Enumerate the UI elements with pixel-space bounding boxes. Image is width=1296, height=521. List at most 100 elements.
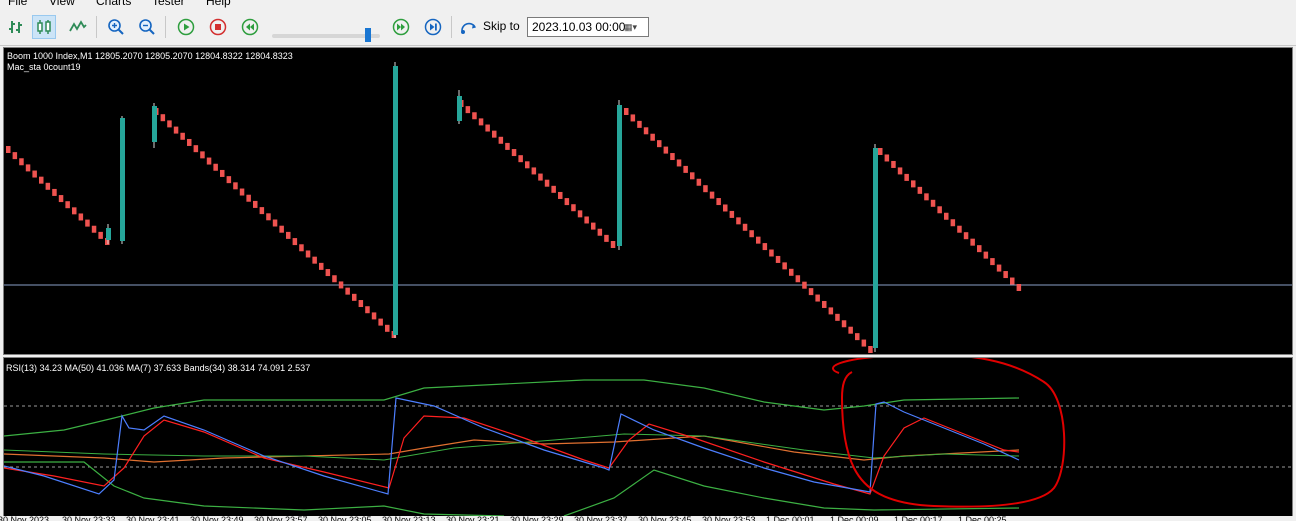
bear-candle [1016,284,1022,291]
bull-candle [457,96,462,121]
rsi-subwindow[interactable]: RSI(13) 34.23 MA(50) 41.036 MA(7) 37.633… [3,357,1293,517]
bear-candle [683,165,688,173]
toolbar-separator [451,16,452,38]
bear-candle [78,213,84,221]
bear-candle [736,217,741,225]
bear-candle [352,293,357,301]
bear-candle [828,307,834,315]
bear-candle [911,180,916,188]
price-chart[interactable]: Boom 1000 Index,M1 12805.2070 12805.2070… [3,47,1293,355]
bear-candle [789,268,794,276]
bear-candle [835,313,840,321]
bear-candle [385,324,390,332]
bear-candle [167,120,172,128]
bear-candle [650,133,655,141]
time-axis-label: 30 Nov 23:49 [190,516,244,521]
stop-button[interactable] [206,15,230,39]
bear-candle [338,281,344,289]
menu-charts[interactable]: Charts [96,0,131,8]
bear-candle [65,201,70,209]
bear-candle [769,249,774,257]
rsi-header: RSI(13) 34.23 MA(50) 41.036 MA(7) 37.633… [6,363,311,373]
bear-candle [485,124,490,132]
bear-candle [924,193,929,201]
bear-candle [610,241,616,248]
rewind-button[interactable] [238,15,262,39]
zoom-in-button[interactable] [104,15,128,39]
speed-slider-thumb[interactable] [365,28,371,42]
bear-candle [39,176,44,184]
candlestick-button[interactable] [32,15,56,39]
bear-candle [511,149,517,157]
time-axis-label: 1 Dec 00:17 [894,516,943,521]
step-forward-button[interactable] [421,15,445,39]
line-chart-icon [69,20,87,32]
bear-candle [670,153,675,161]
bear-candle [891,160,896,168]
play-button[interactable] [174,15,198,39]
bear-candle [878,148,883,155]
menu-file[interactable]: File [8,0,27,8]
menu-view[interactable]: View [49,0,75,8]
bear-candle [855,333,860,341]
bear-candle [325,269,331,277]
menu-tester[interactable]: Tester [152,0,185,8]
bear-candle [465,106,471,114]
bear-candle [1003,271,1008,279]
bollinger-lower-band-2 [563,469,1020,516]
menu-help[interactable]: Help [206,0,231,8]
bear-candle [45,182,51,190]
bear-candle [591,222,596,230]
bear-candle [558,191,563,199]
bear-candle [498,136,504,144]
bear-candle [663,146,669,154]
play-icon [177,18,195,36]
toolbar-separator [96,16,97,38]
time-axis-label: 30 Nov 23:33 [62,516,116,521]
menu-bar: File View Charts Tester Help [0,0,1296,9]
fast-forward-icon [392,18,410,36]
bear-candle [259,207,265,215]
time-axis-label: 30 Nov 23:37 [574,516,628,521]
bear-candle [173,126,179,134]
bear-candle [253,200,258,208]
annotation-circle [832,358,1066,508]
bear-candle [848,326,853,334]
bull-candle [873,148,878,348]
skip-date-field[interactable]: 2023.10.03 00:00 ▦▾ [527,17,649,37]
calendar-dropdown-icon[interactable]: ▦▾ [624,20,646,34]
bear-candle [1010,277,1015,285]
bear-candle [815,294,820,302]
bear-candle [292,238,298,246]
speed-slider-track[interactable] [272,34,380,38]
candlestick-icon [37,20,51,34]
time-axis-label: 30 Nov 23:13 [382,516,436,521]
bear-candle [72,207,77,215]
bollinger-upper-band [4,379,1020,437]
bear-candle [371,312,377,320]
time-axis-label: 30 Nov 23:45 [638,516,692,521]
bull-candle [393,66,398,335]
bar-chart-button[interactable] [4,15,28,39]
bear-candle [884,154,890,162]
fast-forward-button[interactable] [389,15,413,39]
line-chart-button[interactable] [66,15,90,39]
bear-candle [266,213,271,221]
zoom-out-button[interactable] [135,15,159,39]
bear-candle [709,191,715,199]
bear-candle [518,155,523,163]
bear-candle [544,179,550,187]
bear-candle [206,157,212,165]
bear-candle [584,216,589,224]
rewind-icon [241,18,259,36]
bull-candle [120,118,125,241]
bear-candle [657,140,662,148]
bear-candle [690,172,695,180]
bear-candle [6,146,11,153]
bear-candle [696,178,702,186]
bear-candle [756,236,761,244]
skip-to-button[interactable] [457,15,481,39]
time-axis-label: 1 Dec 00:25 [958,516,1007,521]
time-axis: 30 Nov 2023 30 Nov 23:33 30 Nov 23:41 30 No… [0,516,1296,521]
indicator-label: Mac_sta 0count19 [7,62,81,72]
